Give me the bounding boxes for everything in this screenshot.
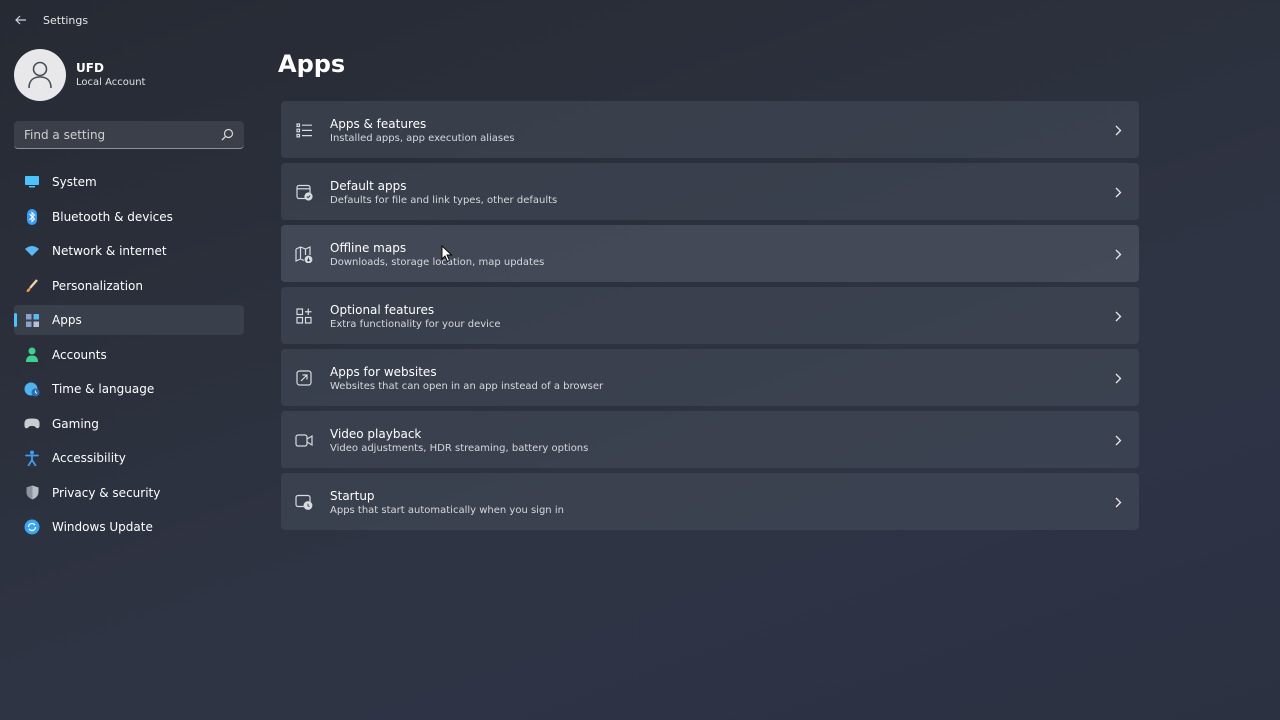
title-bar: Settings (0, 0, 1280, 40)
mouse-cursor-icon (441, 245, 453, 263)
sidebar-item-label: Gaming (52, 416, 99, 431)
card-subtitle: Defaults for file and link types, other … (330, 195, 558, 206)
card-startup[interactable]: Startup Apps that start automatically wh… (281, 473, 1139, 530)
sidebar-item-label: Accessibility (52, 451, 126, 465)
sidebar-item-label: Privacy & security (52, 485, 161, 500)
card-title: Apps & features (330, 117, 427, 131)
card-title: Optional features (330, 303, 435, 317)
sidebar-item-privacy-security[interactable]: Privacy & security (14, 478, 244, 508)
person-icon (28, 61, 52, 89)
map-icon (295, 245, 313, 263)
card-title: Default apps (330, 179, 407, 193)
card-subtitle: Installed apps, app execution aliases (330, 133, 515, 144)
card-subtitle: Downloads, storage location, map updates (330, 257, 545, 268)
list-icon (295, 121, 313, 139)
sync-icon (24, 519, 40, 535)
card-optional-features[interactable]: Optional features Extra functionality fo… (281, 287, 1139, 344)
sidebar-item-label: Accounts (52, 347, 107, 362)
card-default-apps[interactable]: Default apps Defaults for file and link … (281, 163, 1139, 220)
sidebar-item-personalization[interactable]: Personalization (14, 271, 244, 301)
sidebar-item-system[interactable]: System (14, 167, 244, 197)
profile-account-type: Local Account (76, 77, 146, 88)
video-icon (295, 431, 313, 449)
open-external-icon (295, 369, 313, 387)
card-video-playback[interactable]: Video playback Video adjustments, HDR st… (281, 411, 1139, 468)
chevron-right-icon (1113, 247, 1123, 261)
sidebar-item-label: Bluetooth & devices (52, 209, 173, 224)
gamepad-icon (24, 416, 40, 432)
startup-icon (295, 493, 313, 511)
sidebar-item-label: Personalization (52, 278, 143, 293)
back-button[interactable] (10, 10, 32, 30)
sidebar-nav: System Bluetooth & devices Network & int… (14, 167, 244, 547)
sidebar-item-label: Network & internet (52, 244, 167, 258)
window-title: Settings (43, 14, 89, 27)
sidebar-item-accounts[interactable]: Accounts (14, 340, 244, 370)
user-profile[interactable]: UFD Local Account (14, 48, 244, 102)
settings-window: Settings UFD Local Account System (0, 0, 1280, 720)
person-icon (24, 347, 40, 363)
apps-icon (24, 312, 40, 328)
sidebar-item-time-language[interactable]: Time & language (14, 374, 244, 404)
card-subtitle: Websites that can open in an app instead… (330, 381, 604, 392)
card-subtitle: Video adjustments, HDR streaming, batter… (330, 443, 589, 454)
shield-icon (24, 485, 40, 501)
accessibility-icon (24, 450, 40, 466)
chevron-right-icon (1113, 433, 1123, 447)
back-arrow-icon (15, 15, 26, 25)
brush-icon (24, 278, 40, 294)
card-title: Startup (330, 489, 375, 503)
card-offline-maps[interactable]: Offline maps Downloads, storage location… (281, 225, 1139, 282)
chevron-right-icon (1113, 123, 1123, 137)
avatar (14, 49, 66, 101)
globe-clock-icon (24, 381, 40, 397)
card-title: Video playback (330, 427, 422, 441)
card-apps-features[interactable]: Apps & features Installed apps, app exec… (281, 101, 1139, 158)
sidebar-item-apps[interactable]: Apps (14, 305, 244, 335)
sidebar-item-label: Time & language (52, 382, 155, 396)
card-title: Apps for websites (330, 365, 437, 379)
grid-plus-icon (295, 307, 313, 325)
monitor-icon (24, 174, 40, 190)
profile-name: UFD (76, 61, 104, 75)
card-apps-for-websites[interactable]: Apps for websites Websites that can open… (281, 349, 1139, 406)
chevron-right-icon (1113, 495, 1123, 509)
sidebar-item-accessibility[interactable]: Accessibility (14, 443, 244, 473)
bluetooth-icon (24, 208, 40, 225)
chevron-right-icon (1113, 309, 1123, 323)
search-box[interactable] (14, 121, 244, 149)
chevron-right-icon (1113, 371, 1123, 385)
chevron-right-icon (1113, 185, 1123, 199)
sidebar-item-network[interactable]: Network & internet (14, 236, 244, 266)
search-input[interactable] (24, 127, 214, 142)
wifi-icon (24, 243, 40, 259)
settings-list: Apps & features Installed apps, app exec… (281, 101, 1139, 535)
card-subtitle: Extra functionality for your device (330, 319, 501, 330)
sidebar-item-label: System (52, 175, 97, 189)
sidebar-item-windows-update[interactable]: Windows Update (14, 512, 244, 542)
sidebar-item-bluetooth[interactable]: Bluetooth & devices (14, 202, 244, 232)
sidebar-item-label: Apps (52, 313, 82, 327)
sidebar-item-label: Windows Update (52, 520, 153, 534)
search-icon[interactable] (221, 128, 234, 141)
card-title: Offline maps (330, 241, 407, 255)
default-apps-icon (295, 183, 313, 201)
sidebar-item-gaming[interactable]: Gaming (14, 409, 244, 439)
page-title: Apps (278, 50, 346, 78)
card-subtitle: Apps that start automatically when you s… (330, 505, 564, 516)
